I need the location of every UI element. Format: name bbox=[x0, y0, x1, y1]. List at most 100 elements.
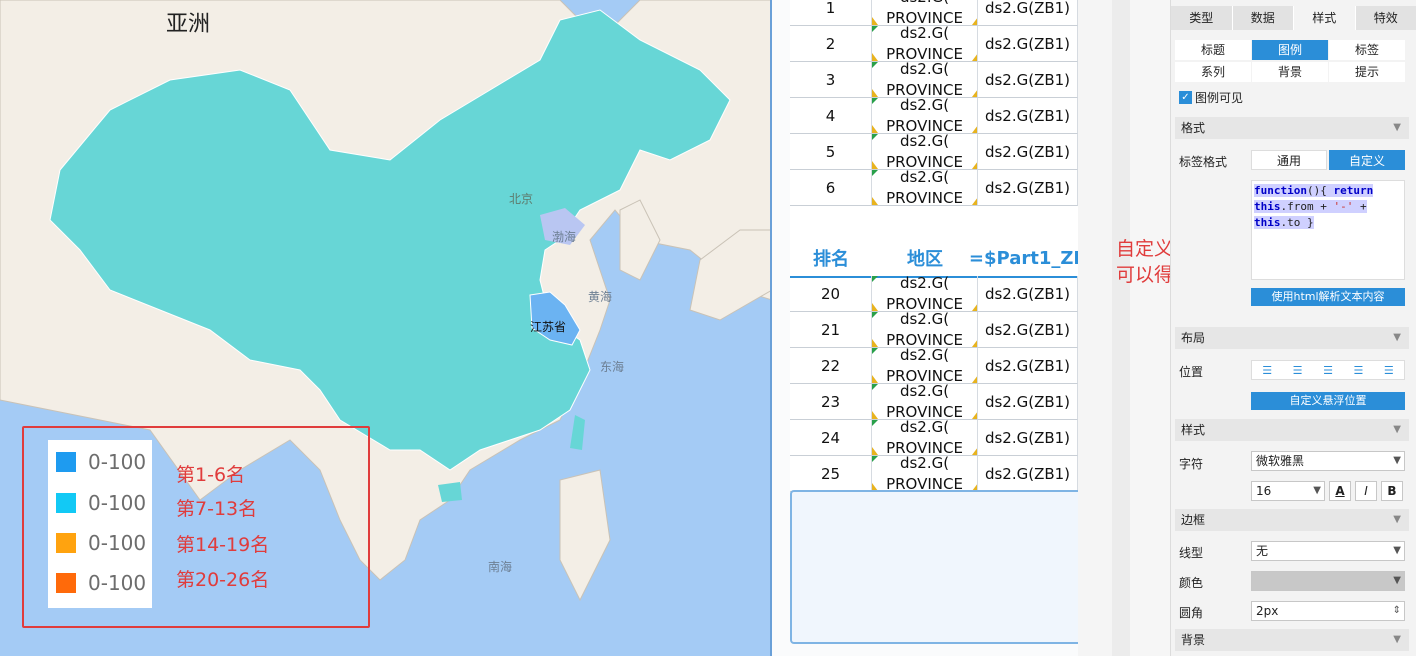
subtab-label[interactable]: 标签 bbox=[1329, 40, 1405, 60]
align-right-top-icon[interactable]: ☰ bbox=[1374, 361, 1404, 379]
align-right-icon[interactable]: ☰ bbox=[1343, 361, 1373, 379]
format-common-button[interactable]: 通用 bbox=[1251, 150, 1327, 170]
vertical-scrollbar[interactable] bbox=[1112, 0, 1130, 656]
rank-cell[interactable]: 1 bbox=[790, 0, 872, 26]
province-cell[interactable]: ds2.G(PROVINCE bbox=[872, 276, 978, 312]
province-cell[interactable]: ds2.G(PROVINCE bbox=[872, 420, 978, 456]
align-top-icon[interactable]: ☰ bbox=[1252, 361, 1282, 379]
rank-cell[interactable]: 23 bbox=[790, 384, 872, 420]
province-cell[interactable]: ds2.G(PROVINCE bbox=[872, 456, 978, 492]
html-parse-button[interactable]: 使用html解析文本内容 bbox=[1251, 288, 1405, 306]
stepper-icon[interactable]: ⇕ bbox=[1393, 602, 1401, 620]
value-cell[interactable]: ds2.G(ZB1) bbox=[978, 170, 1078, 206]
section-border[interactable]: 边框 ▼ bbox=[1175, 509, 1409, 531]
legend-item[interactable]: 0-100 bbox=[56, 531, 146, 555]
report-sheet: 1ds2.G(PROVINCEds2.G(ZB1)2ds2.G(PROVINCE… bbox=[772, 0, 1112, 656]
font-size-select[interactable]: 16 ▼ bbox=[1251, 481, 1325, 501]
cell-flag-icon bbox=[872, 348, 878, 354]
province-formula-line: ds2.G( bbox=[899, 134, 950, 150]
tab-style[interactable]: 样式 bbox=[1294, 6, 1356, 30]
rank-cell[interactable]: 5 bbox=[790, 134, 872, 170]
value-cell[interactable]: ds2.G(ZB1) bbox=[978, 348, 1078, 384]
province-formula-line: ds2.G( bbox=[899, 312, 950, 328]
font-color-button[interactable]: A bbox=[1329, 481, 1351, 501]
header-region[interactable]: 地区 bbox=[872, 240, 978, 278]
province-cell[interactable]: ds2.G(PROVINCE bbox=[872, 348, 978, 384]
value-cell[interactable]: ds2.G(ZB1) bbox=[978, 134, 1078, 170]
province-cell[interactable]: ds2.G(PROVINCE bbox=[872, 134, 978, 170]
rank-cell[interactable]: 24 bbox=[790, 420, 872, 456]
align-left-icon[interactable]: ☰ bbox=[1313, 361, 1343, 379]
rank-cell[interactable]: 2 bbox=[790, 26, 872, 62]
rank-cell[interactable]: 6 bbox=[790, 170, 872, 206]
province-cell[interactable]: ds2.G( PROVINCE bbox=[872, 312, 978, 348]
color-select[interactable]: ▼ bbox=[1251, 571, 1405, 591]
hainan bbox=[438, 482, 462, 502]
align-bottom-icon[interactable]: ☰ bbox=[1282, 361, 1312, 379]
subtab-series[interactable]: 系列 bbox=[1175, 62, 1251, 82]
rank-cell[interactable]: 4 bbox=[790, 98, 872, 134]
header-zb[interactable]: =$Part1_ZB bbox=[969, 240, 1087, 278]
legend-item[interactable]: 0-100 bbox=[56, 450, 146, 474]
section-background[interactable]: 背景 ▼ bbox=[1175, 629, 1409, 651]
chevron-down-icon: ▼ bbox=[1393, 332, 1401, 343]
format-custom-button[interactable]: 自定义 bbox=[1329, 150, 1405, 170]
color-label: 颜色 bbox=[1179, 576, 1204, 590]
tab-type[interactable]: 类型 bbox=[1171, 6, 1233, 30]
legend-visible-row[interactable]: ✓ 图例可见 bbox=[1179, 89, 1243, 106]
section-format[interactable]: 格式 ▼ bbox=[1175, 117, 1409, 139]
value-cell[interactable]: ds2.G(ZB1) bbox=[978, 456, 1078, 492]
province-cell[interactable]: ds2.G(PROVINCE bbox=[872, 384, 978, 420]
value-cell[interactable]: ds2.G(ZB1) bbox=[978, 276, 1078, 312]
radius-stepper[interactable]: 2px ⇕ bbox=[1251, 601, 1405, 621]
cell-flag-icon bbox=[872, 456, 878, 462]
province-formula-line: PROVINCE bbox=[886, 330, 963, 348]
value-cell[interactable]: ds2.G(ZB1) bbox=[978, 0, 1078, 26]
rank-cell[interactable]: 3 bbox=[790, 62, 872, 98]
map-chart[interactable]: 亚洲 北京 渤海 黄海 东海 南海 江苏省 0-100 0-100 0-100 … bbox=[0, 0, 772, 656]
legend-text: 0-100 bbox=[88, 450, 147, 474]
value-cell[interactable]: ds2.G(ZB1) bbox=[978, 384, 1078, 420]
subtab-title[interactable]: 标题 bbox=[1175, 40, 1251, 60]
rank-cell[interactable]: 21 bbox=[790, 312, 872, 348]
subtab-background[interactable]: 背景 bbox=[1252, 62, 1328, 82]
rank-cell[interactable]: 22 bbox=[790, 348, 872, 384]
value-cell[interactable]: ds2.G(ZB1) bbox=[978, 26, 1078, 62]
value-cell[interactable]: ds2.G(ZB1) bbox=[978, 98, 1078, 134]
code-token: '-' bbox=[1333, 200, 1354, 213]
section-layout[interactable]: 布局 ▼ bbox=[1175, 327, 1409, 349]
province-cell[interactable]: ds2.G(PROVINCE bbox=[872, 170, 978, 206]
checkbox-checked-icon[interactable]: ✓ bbox=[1179, 91, 1192, 104]
province-formula-line: ds2.G( bbox=[899, 62, 950, 78]
subtab-tooltip[interactable]: 提示 bbox=[1329, 62, 1405, 82]
province-cell[interactable]: ds2.G(PROVINCE bbox=[872, 62, 978, 98]
tab-data[interactable]: 数据 bbox=[1232, 6, 1294, 30]
bold-button[interactable]: B bbox=[1381, 481, 1403, 501]
subtab-legend[interactable]: 图例 bbox=[1252, 40, 1328, 60]
rank-cell[interactable]: 25 bbox=[790, 456, 872, 492]
value-cell[interactable]: ds2.G(ZB1) bbox=[978, 62, 1078, 98]
value-cell[interactable]: ds2.G(ZB1) bbox=[978, 420, 1078, 456]
font-select[interactable]: 微软雅黑 ▼ bbox=[1251, 451, 1405, 471]
expand-marker-icon bbox=[872, 53, 878, 61]
province-cell[interactable]: ds2.G(PROVINCE bbox=[872, 98, 978, 134]
custom-float-position-button[interactable]: 自定义悬浮位置 bbox=[1251, 392, 1405, 410]
province-cell[interactable]: ds2.G(PROVINCE bbox=[872, 0, 978, 26]
cell-flag-icon bbox=[872, 384, 878, 390]
section-style[interactable]: 样式 ▼ bbox=[1175, 419, 1409, 441]
rank-cell[interactable]: 20 bbox=[790, 276, 872, 312]
radius-label: 圆角 bbox=[1179, 606, 1204, 620]
tab-effects[interactable]: 特效 bbox=[1355, 6, 1416, 30]
expand-marker-icon bbox=[872, 303, 878, 311]
legend-item[interactable]: 0-100 bbox=[56, 491, 146, 515]
value-cell[interactable]: ds2.G(ZB1) bbox=[978, 312, 1078, 348]
line-type-select[interactable]: 无 ▼ bbox=[1251, 541, 1405, 561]
chevron-down-icon: ▼ bbox=[1393, 122, 1401, 133]
province-cell[interactable]: ds2.G(PROVINCE bbox=[872, 26, 978, 62]
header-rank[interactable]: 排名 bbox=[790, 240, 872, 278]
legend-item[interactable]: 0-100 bbox=[56, 571, 146, 595]
panel-tabs: 类型 数据 样式 特效 bbox=[1171, 6, 1416, 30]
code-token: (){ bbox=[1306, 184, 1334, 197]
italic-button[interactable]: I bbox=[1355, 481, 1377, 501]
custom-format-editor[interactable]: function(){ return this.from + '-' + thi… bbox=[1251, 180, 1405, 280]
